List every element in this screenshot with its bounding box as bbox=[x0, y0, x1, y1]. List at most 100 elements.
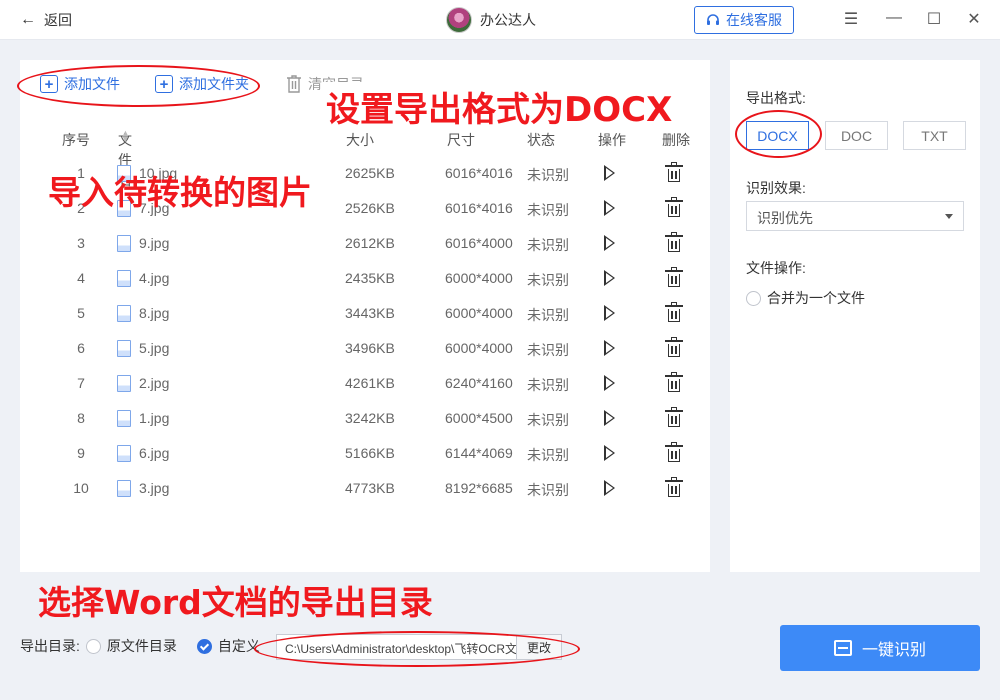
table-row[interactable]: 6 5.jpg 3496KB 6000*4000 未识别 bbox=[20, 332, 710, 367]
delete-icon[interactable] bbox=[665, 302, 683, 322]
play-icon[interactable] bbox=[604, 200, 615, 216]
online-service-label: 在线客服 bbox=[726, 12, 782, 28]
table-row[interactable]: 7 2.jpg 4261KB 6240*4160 未识别 bbox=[20, 367, 710, 402]
annotation-import-images: 导入待转换的图片 bbox=[48, 173, 312, 212]
image-file-icon bbox=[117, 375, 131, 392]
image-file-icon bbox=[117, 445, 131, 462]
row-index: 8 bbox=[77, 410, 85, 426]
merge-option[interactable]: 合并为一个文件 bbox=[746, 288, 865, 308]
title-bar: ← 返回 办公达人 在线客服 ☰ — ☐ ✕ bbox=[0, 0, 1000, 40]
row-filename: 1.jpg bbox=[139, 410, 170, 426]
table-row[interactable]: 5 8.jpg 3443KB 6000*4000 未识别 bbox=[20, 297, 710, 332]
file-list-panel: + 添加文件 + 添加文件夹 清空目录 序号 文件名▲▼ 大小 尺寸 状态 操作… bbox=[20, 60, 710, 572]
headset-icon bbox=[707, 14, 719, 25]
row-filename: 6.jpg bbox=[139, 445, 170, 461]
row-index: 5 bbox=[77, 305, 85, 321]
menu-icon[interactable]: ☰ bbox=[841, 9, 861, 29]
custom-dir-radio[interactable] bbox=[196, 638, 212, 654]
delete-icon[interactable] bbox=[665, 442, 683, 462]
image-file-icon bbox=[117, 410, 131, 427]
delete-icon[interactable] bbox=[665, 232, 683, 252]
format-txt-button[interactable]: TXT bbox=[903, 121, 966, 150]
annotation-circle-add-buttons bbox=[17, 65, 260, 107]
row-filename: 5.jpg bbox=[139, 340, 170, 356]
table-row[interactable]: 4 4.jpg 2435KB 6000*4000 未识别 bbox=[20, 262, 710, 297]
recognition-effect-value: 识别优先 bbox=[757, 210, 813, 226]
trash-icon bbox=[287, 75, 301, 93]
row-dimensions: 6000*4000 bbox=[445, 305, 513, 321]
merge-radio[interactable] bbox=[746, 290, 761, 306]
play-icon[interactable] bbox=[604, 340, 615, 356]
row-dimensions: 6016*4016 bbox=[445, 200, 513, 216]
scan-icon bbox=[833, 640, 852, 656]
row-size: 4261KB bbox=[345, 375, 395, 391]
row-status: 未识别 bbox=[527, 342, 569, 358]
play-icon[interactable] bbox=[604, 305, 615, 321]
play-icon[interactable] bbox=[604, 410, 615, 426]
chevron-down-icon bbox=[945, 214, 953, 219]
delete-icon[interactable] bbox=[665, 162, 683, 182]
delete-icon[interactable] bbox=[665, 337, 683, 357]
original-dir-radio[interactable] bbox=[85, 638, 101, 654]
format-doc-button[interactable]: DOC bbox=[825, 121, 888, 150]
row-index: 10 bbox=[73, 480, 89, 496]
header-status: 状态 bbox=[527, 132, 555, 148]
merge-label: 合并为一个文件 bbox=[767, 290, 865, 306]
back-label: 返回 bbox=[44, 12, 72, 28]
row-size: 3496KB bbox=[345, 340, 395, 356]
play-icon[interactable] bbox=[604, 480, 615, 496]
play-icon[interactable] bbox=[604, 165, 615, 181]
annotation-choose-dir: 选择Word文档的导出目录 bbox=[38, 583, 433, 622]
row-size: 2526KB bbox=[345, 200, 395, 216]
sort-icon[interactable]: ▲ ▼ bbox=[121, 129, 130, 144]
table-row[interactable]: 3 9.jpg 2612KB 6016*4000 未识别 bbox=[20, 227, 710, 262]
row-dimensions: 6000*4000 bbox=[445, 340, 513, 356]
row-dimensions: 6240*4160 bbox=[445, 375, 513, 391]
image-file-icon bbox=[117, 270, 131, 287]
row-status: 未识别 bbox=[527, 237, 569, 253]
row-filename: 8.jpg bbox=[139, 305, 170, 321]
minimize-icon[interactable]: — bbox=[884, 9, 904, 27]
close-icon[interactable]: ✕ bbox=[964, 9, 984, 29]
annotation-set-format: 设置导出格式为DOCX bbox=[322, 82, 677, 131]
one-click-ocr-label: 一键识别 bbox=[861, 642, 926, 659]
table-row[interactable]: 10 3.jpg 4773KB 8192*6685 未识别 bbox=[20, 472, 710, 507]
delete-icon[interactable] bbox=[665, 477, 683, 497]
file-operation-label: 文件操作: bbox=[746, 260, 806, 276]
delete-icon[interactable] bbox=[665, 372, 683, 392]
original-dir-label[interactable]: 原文件目录 bbox=[107, 636, 177, 656]
table-row[interactable]: 9 6.jpg 5166KB 6144*4069 未识别 bbox=[20, 437, 710, 472]
play-icon[interactable] bbox=[604, 235, 615, 251]
play-icon[interactable] bbox=[604, 445, 615, 461]
row-filename: 9.jpg bbox=[139, 235, 170, 251]
delete-icon[interactable] bbox=[665, 197, 683, 217]
row-dimensions: 6016*4000 bbox=[445, 235, 513, 251]
delete-icon[interactable] bbox=[665, 407, 683, 427]
maximize-icon[interactable]: ☐ bbox=[924, 9, 944, 29]
play-icon[interactable] bbox=[604, 375, 615, 391]
row-index: 3 bbox=[77, 235, 85, 251]
row-status: 未识别 bbox=[527, 272, 569, 288]
image-file-icon bbox=[117, 480, 131, 497]
back-arrow-icon: ← bbox=[20, 11, 36, 28]
header-dimensions: 尺寸 bbox=[447, 132, 475, 148]
header-delete: 删除 bbox=[662, 132, 690, 148]
one-click-ocr-button[interactable]: 一键识别 bbox=[780, 625, 980, 671]
online-service-button[interactable]: 在线客服 bbox=[694, 6, 794, 34]
custom-dir-label[interactable]: 自定义 bbox=[218, 636, 260, 656]
row-size: 3242KB bbox=[345, 410, 395, 426]
row-index: 6 bbox=[77, 340, 85, 356]
table-row[interactable]: 8 1.jpg 3242KB 6000*4500 未识别 bbox=[20, 402, 710, 437]
row-status: 未识别 bbox=[527, 202, 569, 218]
user-profile[interactable]: 办公达人 bbox=[446, 7, 536, 33]
play-icon[interactable] bbox=[604, 270, 615, 286]
avatar bbox=[446, 7, 472, 33]
header-size: 大小 bbox=[346, 132, 374, 148]
row-size: 2612KB bbox=[345, 235, 395, 251]
image-file-icon bbox=[117, 305, 131, 322]
back-button[interactable]: ← 返回 bbox=[20, 10, 72, 30]
delete-icon[interactable] bbox=[665, 267, 683, 287]
recognition-effect-select[interactable]: 识别优先 bbox=[746, 201, 964, 231]
recognition-effect-label: 识别效果: bbox=[746, 180, 806, 196]
row-filename: 4.jpg bbox=[139, 270, 170, 286]
